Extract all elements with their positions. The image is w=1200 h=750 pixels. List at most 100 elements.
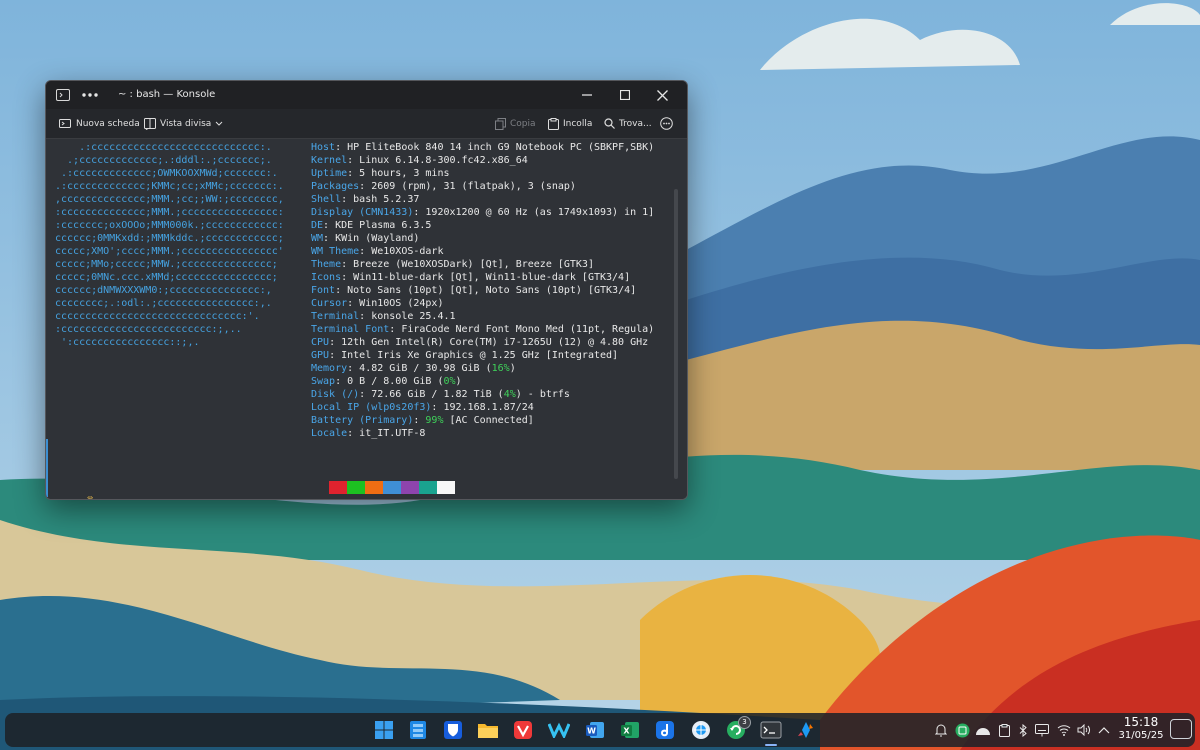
taskbar-app-word[interactable]: W [583,718,607,742]
active-line-marker [46,439,48,497]
svg-text:X: X [623,727,630,736]
window-menu-icon[interactable] [82,91,98,99]
info-key: Terminal Font [311,324,390,335]
logo-line: .:ccccccccccccc;OWMKOOXMWd;ccccccc:. [55,168,278,179]
info-key: Kernel [311,155,348,166]
show-desktop-button[interactable] [1170,719,1192,739]
wps-icon [548,722,570,738]
cloud-sync-tray-icon[interactable] [975,722,991,738]
color-swatch [329,481,347,494]
info-value: KDE Plasma 6.3.5 [335,220,432,231]
terminal-view[interactable]: .:cccccccccccccccccccccccccccc:. .;ccccc… [46,139,687,499]
more-options-button[interactable] [660,109,673,138]
taskbar-app-updates[interactable]: 3 [724,716,751,742]
find-button[interactable]: Trova... [604,109,652,138]
logo-line: :ccccccc;oxOOOo;MMM000k.;cccccccccccc: [55,220,284,231]
keyboard-layout-tray-icon[interactable] [1034,722,1050,738]
title-bar[interactable]: ~ : bash — Konsole [46,81,687,109]
close-button[interactable] [649,85,675,105]
copy-button[interactable]: Copia [495,109,536,138]
new-tab-button[interactable]: Nuova scheda ⌄ [59,109,150,138]
info-line: Memory: 4.82 GiB / 30.98 GiB (16%) [311,363,516,374]
window-title: ~ : bash — Konsole [118,89,216,100]
info-key: Swap [311,376,336,387]
info-value: 0 B / 8.00 GiB [347,376,432,387]
maximize-button[interactable] [612,85,638,105]
konsole-window[interactable]: ~ : bash — Konsole Nuova scheda ⌄ Vista … [45,80,688,500]
taskbar-app-vivaldi[interactable] [511,718,535,742]
taskbar-app-kde-connect[interactable] [689,718,713,742]
taskbar-app-dict[interactable] [653,718,677,742]
wifi-icon [1057,725,1071,736]
info-value: We10XOS-dark [371,246,444,257]
color-swatch [437,481,455,494]
info-value: 4.82 GiB / 30.98 GiB [359,363,480,374]
clock-date: 31/05/25 [1118,730,1164,741]
info-line: Terminal Font: FiraCode Nerd Font Mono M… [311,324,655,335]
taskbar-app-excel[interactable]: X [618,718,642,742]
update-tray-icon [955,723,969,737]
minimize-button[interactable] [574,85,600,105]
new-tab-icon [59,119,71,128]
logo-line: cccccccc;.:odl:.;cccccccccccccccc:,. [55,298,272,309]
info-line: WM: KWin (Wayland) [311,233,420,244]
paste-icon [548,117,559,130]
info-key: Font [311,285,336,296]
info-key: DE [311,220,324,231]
show-hidden-icons-button[interactable] [1096,722,1112,738]
taskbar-app-kate[interactable] [794,718,818,742]
logo-line: :ccccccccccccccccccccccccc:;,.. [55,324,242,335]
taskbar-app-wps[interactable] [547,718,571,742]
info-suffix: - btrfs [521,389,570,400]
toolbar: Nuova scheda ⌄ Vista divisa Copia Incoll… [46,109,687,139]
info-key: Locale [311,428,348,439]
info-line: Theme: Breeze (We10XOSDark) [Qt], Breeze… [311,259,594,270]
split-view-button[interactable]: Vista divisa [144,109,223,138]
start-button[interactable] [372,718,396,742]
volume-tray-icon[interactable] [1076,722,1092,738]
speaker-icon [1077,724,1090,736]
info-value: 192.168.1.87/24 [443,402,534,413]
logo-line: ccccc;MMo;ccccc;MMW.;ccccccccccccccc; [55,259,278,270]
network-tray-icon[interactable] [1056,722,1072,738]
vivaldi-icon [514,721,532,739]
taskbar-app-files[interactable] [476,718,500,742]
info-line: Uptime: 5 hours, 3 mins [311,168,450,179]
find-label: Trova... [619,118,652,129]
info-key: Shell [311,194,342,205]
taskbar-app-konsole[interactable] [759,718,783,742]
info-key: Battery (Primary) [311,415,414,426]
info-percent: 99% [425,415,444,426]
color-swatch [383,481,401,494]
info-value: Intel Iris Xe Graphics @ 1.25 GHz [Integ… [341,350,619,361]
word-icon: W [586,722,604,738]
logo-line: .;ccccccccccccc;.:dddl:.;ccccccc;. [55,155,272,166]
clipboard-tray-icon[interactable] [996,722,1012,738]
logo-line: ccccc;XMO';cccc;MMM.;cccccccccccccccc' [55,246,284,257]
info-key: WM [311,233,324,244]
dict-icon [656,721,674,739]
notifications-tray-icon[interactable] [933,722,949,738]
folder-icon [478,724,498,738]
kde-connect-icon [692,721,710,739]
info-line: Cursor: Win10OS (24px) [311,298,444,309]
info-value: 1920x1200 @ 60 Hz (as 1749x1093) in 1] [425,207,655,218]
scrollbar[interactable] [674,189,678,479]
taskbar-app-file-manager[interactable] [406,718,430,742]
taskbar: W X 3 15:18 31/05/25 [5,713,1195,747]
info-line: Font: Noto Sans (10pt) [Qt], Noto Sans (… [311,285,637,296]
color-swatch [401,481,419,494]
paste-button[interactable]: Incolla [548,109,592,138]
info-line: Host: HP EliteBook 840 14 inch G9 Notebo… [311,142,655,153]
taskbar-app-bitwarden[interactable] [441,718,465,742]
kde-connect-tray-icon[interactable] [954,722,970,738]
shell-prompt[interactable]: ♛ andrea ♛⚑hpelite ~ $ [51,480,141,499]
search-icon [604,118,615,129]
info-value: 72.66 GiB / 1.82 TiB [371,389,492,400]
excel-icon: X [621,722,639,738]
copy-icon [495,117,506,130]
bluetooth-tray-icon[interactable] [1015,722,1031,738]
clock[interactable]: 15:18 31/05/25 [1113,715,1169,743]
info-line: GPU: Intel Iris Xe Graphics @ 1.25 GHz [… [311,350,619,361]
info-value: bash 5.2.37 [353,194,420,205]
